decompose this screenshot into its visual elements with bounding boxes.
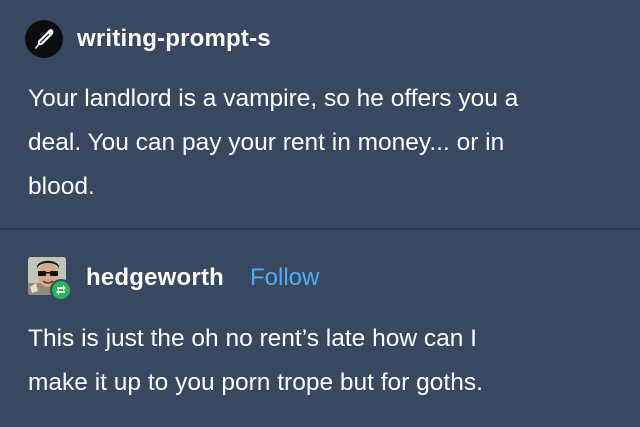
- reblog-username[interactable]: hedgeworth: [86, 264, 224, 292]
- reblog-line: This is just the oh no rent’s late how c…: [28, 325, 477, 352]
- original-post-line: Your landlord is a vampire, so he offers…: [28, 85, 519, 112]
- original-post-line: blood.: [28, 173, 95, 200]
- reblog-header: hedgeworth Follow: [28, 255, 319, 301]
- reblog-badge: [50, 279, 72, 301]
- avatar[interactable]: [25, 20, 63, 58]
- reblog-line: make it up to you porn trope but for got…: [28, 369, 483, 396]
- original-post-header: writing-prompt-s: [25, 18, 271, 60]
- original-post-username[interactable]: writing-prompt-s: [77, 25, 271, 53]
- original-post-line: deal. You can pay your rent in money... …: [28, 129, 505, 156]
- quill-pen-icon: [35, 29, 54, 49]
- follow-button[interactable]: Follow: [250, 264, 319, 292]
- reblog-icon: [56, 285, 66, 295]
- original-post-body: Your landlord is a vampire, so he offers…: [28, 77, 618, 209]
- reblog-body: This is just the oh no rent’s late how c…: [28, 317, 618, 405]
- avatar[interactable]: [28, 257, 72, 301]
